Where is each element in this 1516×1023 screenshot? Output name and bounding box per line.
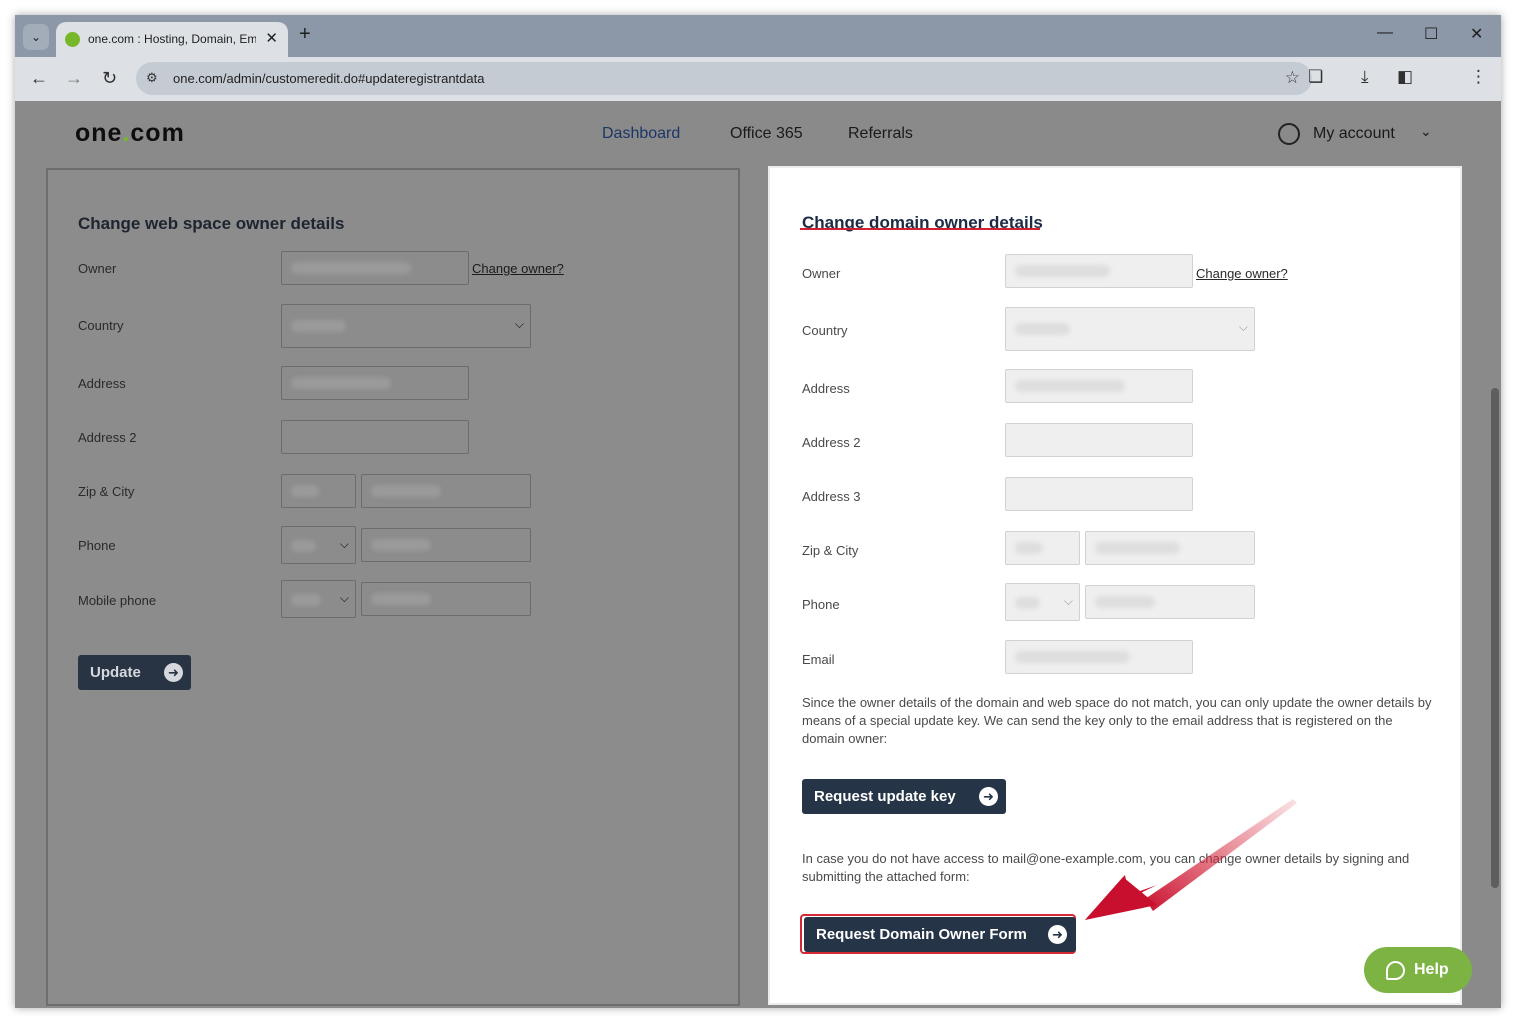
domain-phone-prefix-select[interactable]: ⌵: [1005, 583, 1080, 621]
chevron-down-icon: ⌵: [1238, 320, 1248, 334]
owner-label: Owner: [78, 261, 117, 276]
reload-icon[interactable]: ↻: [102, 68, 117, 89]
logo-text-left: one: [75, 119, 123, 147]
maximize-icon[interactable]: ☐: [1424, 24, 1438, 44]
title-highlight-underline: [800, 228, 1040, 230]
domain-country-select[interactable]: ⌵: [1005, 307, 1255, 351]
nav-dashboard[interactable]: Dashboard: [602, 125, 680, 143]
update-key-info-text: Since the owner details of the domain an…: [802, 695, 1432, 746]
extensions-icon[interactable]: ❏: [1308, 67, 1323, 87]
domain-address3-input[interactable]: [1005, 477, 1193, 511]
close-window-icon[interactable]: ✕: [1470, 24, 1483, 44]
mobile-phone-input[interactable]: [361, 582, 531, 616]
downloads-icon[interactable]: ⤓: [1361, 67, 1369, 87]
new-tab-icon[interactable]: +: [299, 23, 311, 46]
request-domain-owner-form-button[interactable]: Request Domain Owner Form ➜: [804, 917, 1076, 952]
back-icon[interactable]: ←: [30, 68, 48, 89]
omnibox[interactable]: ⚙ one.com/admin/customeredit.do#updatere…: [136, 62, 1312, 95]
chevron-down-icon: ⌵: [1063, 594, 1073, 608]
phone-label: Phone: [802, 597, 840, 612]
phone-input[interactable]: [361, 528, 531, 562]
zip-input[interactable]: [281, 474, 356, 508]
tab-bar: ⌄ one.com : Hosting, Domain, Em ✕ + — ☐ …: [15, 15, 1501, 57]
close-tab-icon[interactable]: ✕: [265, 29, 278, 47]
address-input[interactable]: [281, 366, 469, 400]
site-header: one.com Dashboard Office 365 Referrals M…: [15, 101, 1501, 163]
domain-panel-title: Change domain owner details: [802, 213, 1043, 232]
request-update-key-button[interactable]: Request update key ➜: [802, 779, 1006, 814]
phone-label: Phone: [78, 538, 116, 553]
address-label: Address: [78, 376, 126, 391]
tab-search-icon[interactable]: ⌄: [23, 24, 49, 50]
minimize-icon[interactable]: —: [1377, 24, 1393, 42]
zip-city-label: Zip & City: [802, 543, 859, 558]
email-label: Email: [802, 652, 835, 667]
change-owner-link[interactable]: Change owner?: [1196, 266, 1288, 281]
request-update-key-label: Request update key: [814, 788, 956, 805]
address3-label: Address 3: [802, 489, 861, 504]
chevron-down-icon[interactable]: ⌄: [1420, 123, 1432, 140]
domain-email-input[interactable]: [1005, 640, 1193, 674]
one-com-logo[interactable]: one.com: [75, 119, 185, 148]
nav-referrals[interactable]: Referrals: [848, 125, 913, 143]
web-space-panel-title: Change web space owner details: [78, 214, 345, 233]
domain-zip-input[interactable]: [1005, 531, 1080, 565]
menu-dots-icon[interactable]: ⋮: [1470, 67, 1487, 87]
browser-window: ⌄ one.com : Hosting, Domain, Em ✕ + — ☐ …: [15, 15, 1501, 1008]
url-text: one.com/admin/customeredit.do#updateregi…: [173, 71, 485, 86]
address2-input[interactable]: [281, 420, 469, 454]
country-label: Country: [802, 323, 848, 338]
phone-prefix-select[interactable]: ⌵: [281, 526, 356, 564]
mobile-prefix-select[interactable]: ⌵: [281, 580, 356, 618]
help-chat-button[interactable]: Help: [1364, 947, 1472, 993]
red-pointer-arrow-icon: [1085, 799, 1297, 920]
domain-owner-input[interactable]: [1005, 254, 1193, 288]
side-panel-icon[interactable]: ◧: [1397, 67, 1413, 87]
country-label: Country: [78, 318, 124, 333]
city-input[interactable]: [361, 474, 531, 508]
site-info-icon[interactable]: ⚙: [146, 70, 158, 86]
domain-address2-input[interactable]: [1005, 423, 1193, 457]
favicon-icon: [65, 32, 80, 47]
zip-city-label: Zip & City: [78, 484, 135, 499]
update-button[interactable]: Update ➜: [78, 655, 191, 690]
chevron-down-icon: ⌵: [339, 537, 349, 551]
account-icon[interactable]: [1278, 123, 1300, 145]
address2-label: Address 2: [78, 430, 137, 445]
arrow-right-icon: ➜: [164, 663, 183, 682]
logo-text-right: com: [130, 119, 185, 147]
tab-title: one.com : Hosting, Domain, Em: [88, 32, 256, 46]
request-domain-owner-form-label: Request Domain Owner Form: [816, 926, 1027, 943]
nav-office365[interactable]: Office 365: [730, 125, 803, 143]
bookmark-star-icon[interactable]: ☆: [1285, 68, 1300, 88]
chat-bubble-icon: [1386, 961, 1405, 980]
page-scrollbar[interactable]: [1491, 388, 1499, 888]
help-button-label: Help: [1414, 961, 1449, 978]
web-space-owner-panel: Change web space owner details Owner Cha…: [46, 168, 740, 1006]
address-label: Address: [802, 381, 850, 396]
domain-address-input[interactable]: [1005, 369, 1193, 403]
update-button-label: Update: [90, 664, 141, 681]
forward-icon[interactable]: →: [65, 68, 83, 89]
arrow-right-icon: ➜: [979, 787, 998, 806]
change-owner-link[interactable]: Change owner?: [472, 261, 564, 276]
address2-label: Address 2: [802, 435, 861, 450]
domain-phone-input[interactable]: [1085, 585, 1255, 619]
address-bar: ← → ↻ ⚙ one.com/admin/customeredit.do#up…: [15, 57, 1501, 101]
chevron-down-icon: ⌵: [514, 317, 524, 331]
my-account-link[interactable]: My account: [1313, 125, 1395, 143]
owner-label: Owner: [802, 266, 841, 281]
chevron-down-icon: ⌵: [339, 591, 349, 605]
country-select[interactable]: ⌵: [281, 304, 531, 348]
owner-input[interactable]: [281, 251, 469, 285]
domain-city-input[interactable]: [1085, 531, 1255, 565]
browser-tab[interactable]: one.com : Hosting, Domain, Em ✕: [56, 22, 288, 57]
arrow-right-icon: ➜: [1048, 925, 1067, 944]
mobile-phone-label: Mobile phone: [78, 593, 157, 608]
